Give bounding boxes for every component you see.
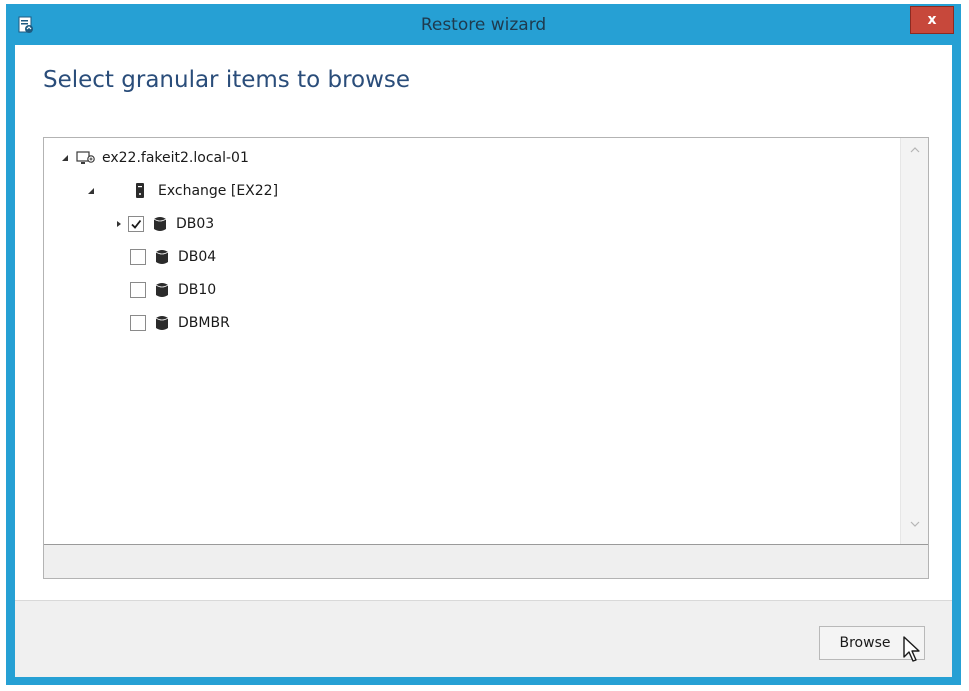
tree-node-label: Exchange [EX22]	[158, 183, 279, 199]
tree-node-db04[interactable]: DB04	[130, 245, 216, 269]
tree-node-label: DB04	[178, 249, 217, 265]
database-icon	[152, 215, 168, 233]
tree-node-db10[interactable]: DB10	[130, 278, 216, 302]
granular-items-tree[interactable]: ex22.fakeit2.local-01 Exchange [EX22] DB…	[43, 137, 929, 579]
db03-checkbox[interactable]	[128, 216, 144, 232]
tree-node-label: DB03	[176, 216, 215, 232]
scroll-down-arrow-icon[interactable]	[901, 514, 928, 534]
tree-node-label: ex22.fakeit2.local-01	[102, 150, 249, 166]
title-bar[interactable]: Restore wizard x	[6, 4, 961, 45]
collapse-arrow-icon[interactable]	[60, 153, 70, 163]
tree-node-db03[interactable]: DB03	[114, 212, 214, 236]
server-computer-icon	[76, 149, 96, 167]
database-icon	[154, 281, 170, 299]
expand-arrow-icon[interactable]	[114, 219, 124, 229]
tree-node-root[interactable]: ex22.fakeit2.local-01	[60, 146, 249, 170]
db04-checkbox[interactable]	[130, 249, 146, 265]
wizard-client-area: Select granular items to browse ex22.fak…	[15, 45, 952, 677]
tree-view-area[interactable]: ex22.fakeit2.local-01 Exchange [EX22] DB…	[44, 138, 900, 544]
vertical-scrollbar[interactable]	[900, 138, 928, 544]
db10-checkbox[interactable]	[130, 282, 146, 298]
scroll-up-arrow-icon[interactable]	[901, 140, 928, 160]
close-button[interactable]: x	[910, 6, 954, 34]
collapse-arrow-icon[interactable]	[86, 186, 96, 196]
wizard-footer: Browse	[15, 600, 952, 677]
tree-status-strip	[44, 544, 928, 578]
dbmbr-checkbox[interactable]	[130, 315, 146, 331]
tree-node-exchange[interactable]: Exchange [EX22]	[86, 179, 278, 203]
tree-node-dbmbr[interactable]: DBMBR	[130, 311, 230, 335]
browse-button[interactable]: Browse	[819, 626, 925, 660]
restore-wizard-window: Restore wizard x Select granular items t…	[6, 4, 961, 685]
tree-node-label: DB10	[178, 282, 217, 298]
database-icon	[154, 248, 170, 266]
database-icon	[154, 314, 170, 332]
exchange-server-icon	[132, 182, 148, 200]
page-title: Select granular items to browse	[43, 67, 411, 93]
tree-node-label: DBMBR	[178, 315, 230, 331]
close-icon: x	[927, 12, 937, 28]
window-title: Restore wizard	[420, 15, 547, 35]
